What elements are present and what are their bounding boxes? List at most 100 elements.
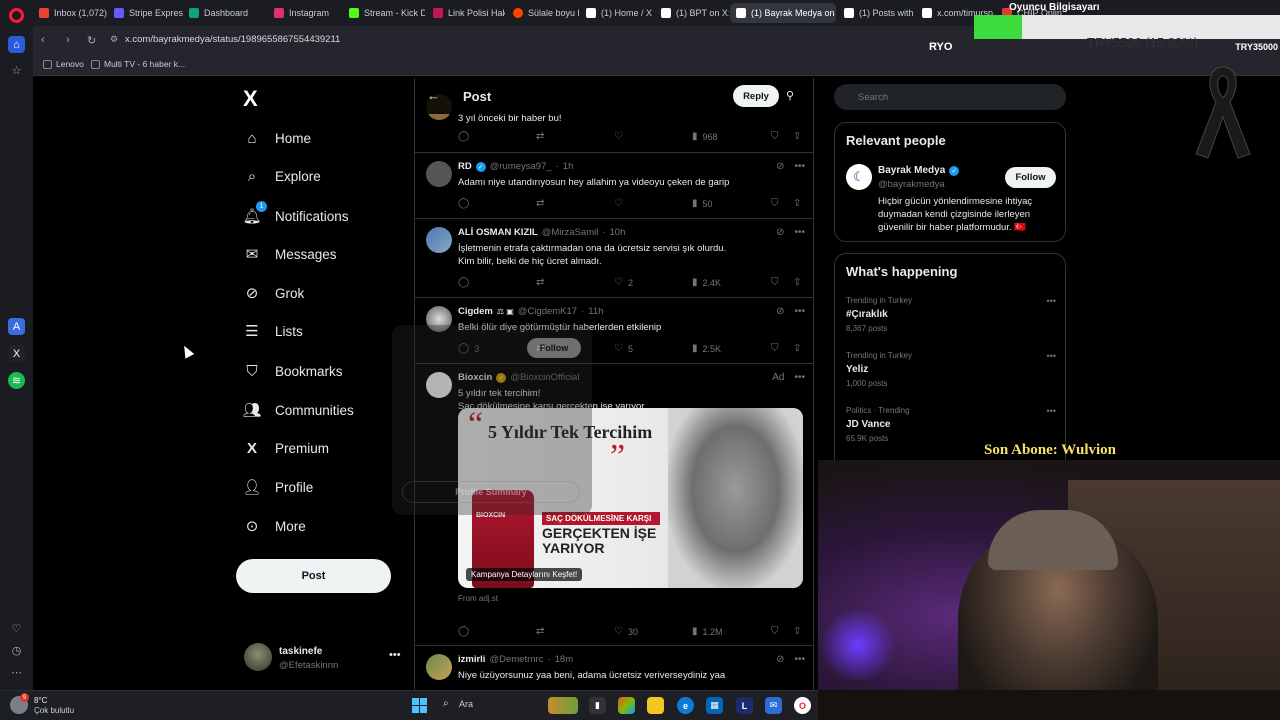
edge-icon[interactable]: e: [677, 697, 694, 714]
grok-icon[interactable]: ⊘: [776, 306, 784, 317]
site-info-icon[interactable]: ⚙: [110, 34, 118, 45]
reply-action[interactable]: ◯: [458, 277, 469, 288]
like-action[interactable]: ♡ 30: [614, 626, 638, 637]
lenovo-icon[interactable]: L: [736, 697, 753, 714]
retweet-action[interactable]: ⇄: [536, 131, 544, 142]
more-dots-icon[interactable]: •••: [1047, 296, 1056, 306]
reply-button[interactable]: Reply: [733, 85, 779, 107]
tweet-izmirli[interactable]: izmirli @Demetrnrc · 18m ⊘ ••• Niye üzüyo…: [415, 646, 813, 690]
more-dots-icon[interactable]: •••: [1047, 406, 1056, 416]
x-logo[interactable]: X: [243, 86, 258, 112]
nav-notifications[interactable]: 🔔︎ 1 Notifications: [242, 201, 349, 229]
tab-reddit[interactable]: Sülale boyu ha: [507, 3, 579, 23]
relevant-name[interactable]: Bayrak Medya: [878, 165, 945, 176]
widget-icon[interactable]: [548, 697, 578, 714]
history-icon[interactable]: ◷: [8, 642, 25, 659]
opera-icon[interactable]: O: [794, 697, 811, 714]
trend-item[interactable]: Politics · Trending JD Vance 65.9K posts…: [846, 406, 1056, 443]
nav-grok[interactable]: ⊘ Grok: [243, 280, 305, 306]
more-dots-icon[interactable]: •••: [794, 372, 805, 383]
share-action[interactable]: ⇪: [793, 277, 801, 288]
tab-x-home[interactable]: (1) Home / X: [580, 3, 654, 23]
views-action[interactable]: ▮ 50: [692, 198, 713, 209]
reload-icon[interactable]: ↻: [87, 34, 96, 47]
author-name[interactable]: Cigdem: [458, 306, 493, 317]
more-dots-icon[interactable]: •••: [389, 649, 401, 661]
tab-x-posts[interactable]: (1) Posts with: [838, 3, 915, 23]
nav-profile[interactable]: 👤︎ Profile: [242, 474, 313, 500]
star-icon[interactable]: ☆: [8, 62, 25, 79]
reply-action[interactable]: ◯: [458, 626, 469, 637]
copilot-icon[interactable]: [618, 697, 635, 714]
grok-icon[interactable]: ⊘: [776, 161, 784, 172]
weather-temp[interactable]: 8°C: [34, 696, 47, 705]
more-dots-icon[interactable]: •••: [794, 654, 805, 665]
reply-action[interactable]: ◯: [458, 131, 469, 142]
hover-follow-button[interactable]: Follow: [527, 338, 581, 358]
nav-premium[interactable]: X Premium: [243, 435, 329, 461]
share-action[interactable]: ⇪: [793, 131, 801, 142]
tab-stripe[interactable]: Stripe Express: [108, 3, 183, 23]
tweet-time[interactable]: 1h: [563, 161, 574, 172]
retweet-action[interactable]: ⇄: [536, 626, 544, 637]
nav-communities[interactable]: 👥︎ Communities: [242, 397, 353, 423]
bookmark-action[interactable]: ⛉: [771, 198, 779, 209]
bookmark-action[interactable]: ⛉: [771, 277, 779, 288]
retweet-action[interactable]: ⇄: [536, 198, 544, 209]
tweet-time[interactable]: 18m: [555, 654, 573, 665]
bookmark-action[interactable]: ⛉: [771, 626, 779, 637]
avatar[interactable]: ☾: [846, 164, 872, 190]
aria-icon[interactable]: A: [8, 318, 25, 335]
more-icon[interactable]: ⋯: [8, 664, 25, 681]
more-dots-icon[interactable]: •••: [1047, 351, 1056, 361]
tab-kick[interactable]: Stream - Kick D: [343, 3, 425, 23]
nav-home[interactable]: ⌂ Home: [243, 125, 311, 151]
author-handle[interactable]: @MirzaSamil: [542, 227, 599, 238]
task-view-icon[interactable]: ▮: [589, 697, 606, 714]
nav-messages[interactable]: ✉ Messages: [243, 241, 337, 267]
weather-desc[interactable]: Çok bulutlu: [34, 706, 74, 715]
tab-link[interactable]: Link Polisi Hak: [427, 3, 505, 23]
share-action[interactable]: ⇪: [793, 626, 801, 637]
like-action[interactable]: ♡ 5: [614, 343, 633, 354]
windows-start-icon[interactable]: [412, 698, 427, 713]
nav-lists[interactable]: ☰ Lists: [243, 318, 303, 344]
search-icon[interactable]: ⌕: [443, 698, 449, 709]
views-action[interactable]: ▮ 1.2M: [692, 626, 723, 637]
nav-explore[interactable]: ⌕ Explore: [243, 163, 321, 189]
author-handle[interactable]: @CigdemK17: [518, 306, 577, 317]
like-action[interactable]: ♡ 2: [614, 277, 633, 288]
x-app-icon[interactable]: X: [8, 345, 25, 362]
share-action[interactable]: ⇪: [793, 343, 801, 354]
filter-icon[interactable]: ⚲: [786, 89, 794, 102]
profile-summary-button[interactable]: Profile Summary: [402, 481, 580, 503]
opera-logo-icon[interactable]: [9, 8, 24, 23]
url-field[interactable]: x.com/bayrakmedya/status/198965586755443…: [125, 34, 340, 45]
heart-icon[interactable]: ♡: [8, 620, 25, 637]
nav-more[interactable]: ⊙ More: [243, 513, 306, 539]
tweet-time[interactable]: 11h: [588, 306, 603, 317]
author-name[interactable]: RD: [458, 161, 472, 172]
author-name[interactable]: izmirli: [458, 654, 485, 665]
grok-icon[interactable]: ⊘: [776, 654, 784, 665]
more-dots-icon[interactable]: •••: [794, 306, 805, 317]
like-action[interactable]: ♡: [614, 198, 623, 209]
grok-icon[interactable]: ⊘: [776, 227, 784, 238]
tab-x-bayrak[interactable]: (1) Bayrak Medya on X: ": [730, 3, 836, 23]
like-action[interactable]: ♡: [614, 131, 623, 142]
more-dots-icon[interactable]: •••: [794, 227, 805, 238]
forward-icon[interactable]: ›: [66, 34, 70, 46]
home-icon[interactable]: ⌂: [8, 36, 25, 53]
store-icon[interactable]: ▦: [706, 697, 723, 714]
follow-button[interactable]: Follow: [1005, 167, 1056, 188]
bookmark-action[interactable]: ⛉: [771, 343, 779, 354]
author-name[interactable]: ALİ OSMAN KIZIL: [458, 227, 538, 238]
ad-source[interactable]: From adj.st: [458, 594, 498, 603]
tab-x-bpt[interactable]: (1) BPT on X: ": [655, 3, 729, 23]
trend-item[interactable]: Trending in Turkey Yeliz 1,000 posts •••: [846, 351, 1056, 388]
back-arrow-icon[interactable]: ←: [427, 88, 440, 103]
more-dots-icon[interactable]: •••: [794, 161, 805, 172]
views-action[interactable]: ▮ 968: [692, 131, 718, 142]
tweet-ali-osman[interactable]: ALİ OSMAN KIZIL @MirzaSamil · 10h ⊘ ••• İ…: [415, 219, 813, 298]
views-action[interactable]: ▮ 2.4K: [692, 277, 721, 288]
